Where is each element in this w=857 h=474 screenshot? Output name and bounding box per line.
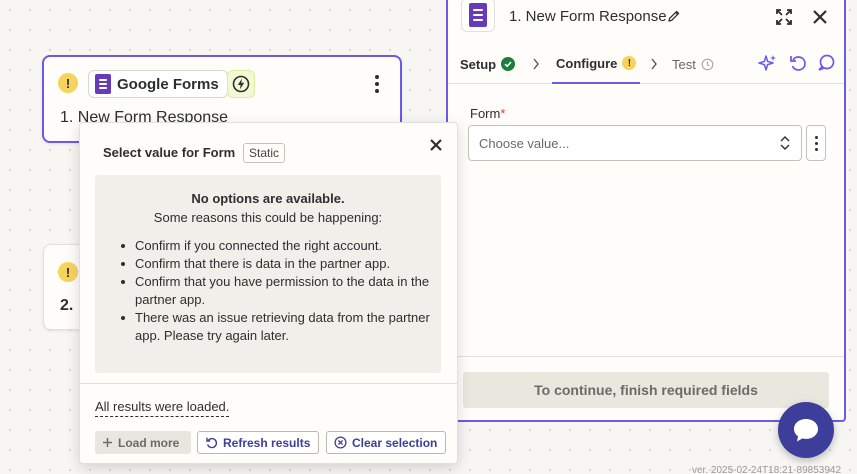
static-tag: Static [243,143,286,163]
chat-bubble-icon [794,419,818,442]
google-forms-icon [461,0,495,32]
app-name: Google Forms [117,75,219,93]
tab-setup[interactable]: Setup [460,44,516,84]
no-options-heading: No options are available. [191,191,345,206]
popover-title: Select value for Form [103,145,236,160]
list-item: There was an issue retrieving data from … [117,309,433,345]
form-field-label: Form* [470,106,506,121]
panel-title: 1. New Form Response [509,8,667,25]
tab-configure[interactable]: Configure ! [552,44,641,84]
chevron-up-down-icon [780,136,790,150]
required-marker: * [500,106,506,121]
tab-test[interactable]: Test [672,44,714,84]
button-label: Load more [118,435,180,450]
list-item: Confirm if you connected the right accou… [117,237,433,255]
step-tabs: Setup Configure ! Test [448,44,844,84]
app-chip[interactable]: Google Forms [88,70,228,98]
comment-icon[interactable] [816,53,836,73]
clear-circle-icon [334,436,347,449]
undo-icon[interactable] [788,53,808,73]
tab-label: Configure [556,55,618,71]
select-value-popover: Select value for Form Static No options … [79,122,458,464]
warning-icon: ! [58,262,78,282]
chevron-right-icon [651,58,657,70]
google-forms-icon [95,74,111,94]
no-options-message: No options are available. Some reasons t… [95,175,441,373]
trigger-bolt-icon [227,70,255,98]
tab-label: Test [672,56,696,72]
chat-support-button[interactable] [778,402,834,458]
ai-sparkle-icon[interactable] [758,53,778,73]
load-more-button[interactable]: Load more [95,431,191,454]
divider [448,356,844,357]
expand-icon[interactable] [774,7,794,27]
reasons-list: Confirm if you connected the right accou… [117,237,433,345]
close-icon[interactable] [427,136,445,154]
more-options-icon[interactable] [362,71,392,97]
edit-pencil-icon[interactable] [667,9,681,23]
field-options-icon[interactable] [806,125,826,161]
continue-button[interactable]: To continue, finish required fields [463,372,829,408]
divider [80,383,457,384]
warning-icon: ! [58,73,78,93]
button-label: Refresh results [223,435,311,450]
warning-icon: ! [622,56,637,70]
form-select[interactable]: Choose value... [468,125,802,161]
list-item: Confirm that you have permission to the … [117,273,433,309]
panel-header: 1. New Form Response [448,0,844,44]
loaded-status: All results were loaded. [95,399,230,417]
select-placeholder: Choose value... [479,135,570,151]
plus-icon [103,438,112,447]
tab-label: Setup [460,56,497,72]
version-label: ver. 2025-02-24T18:21-89853942 [692,465,842,474]
step-title: 2. [60,297,74,314]
check-icon [501,57,516,71]
clear-selection-button[interactable]: Clear selection [326,431,446,454]
close-icon[interactable] [810,7,830,27]
no-options-subheading: Some reasons this could be happening: [153,210,383,225]
list-item: Confirm that there is data in the partne… [117,255,433,273]
button-label: Clear selection [352,435,438,450]
chevron-right-icon [533,58,539,70]
refresh-results-button[interactable]: Refresh results [197,431,319,454]
refresh-icon [206,437,218,449]
clock-icon [701,58,714,70]
step-editor-panel: 1. New Form Response Setup Configure ! T… [446,0,846,422]
